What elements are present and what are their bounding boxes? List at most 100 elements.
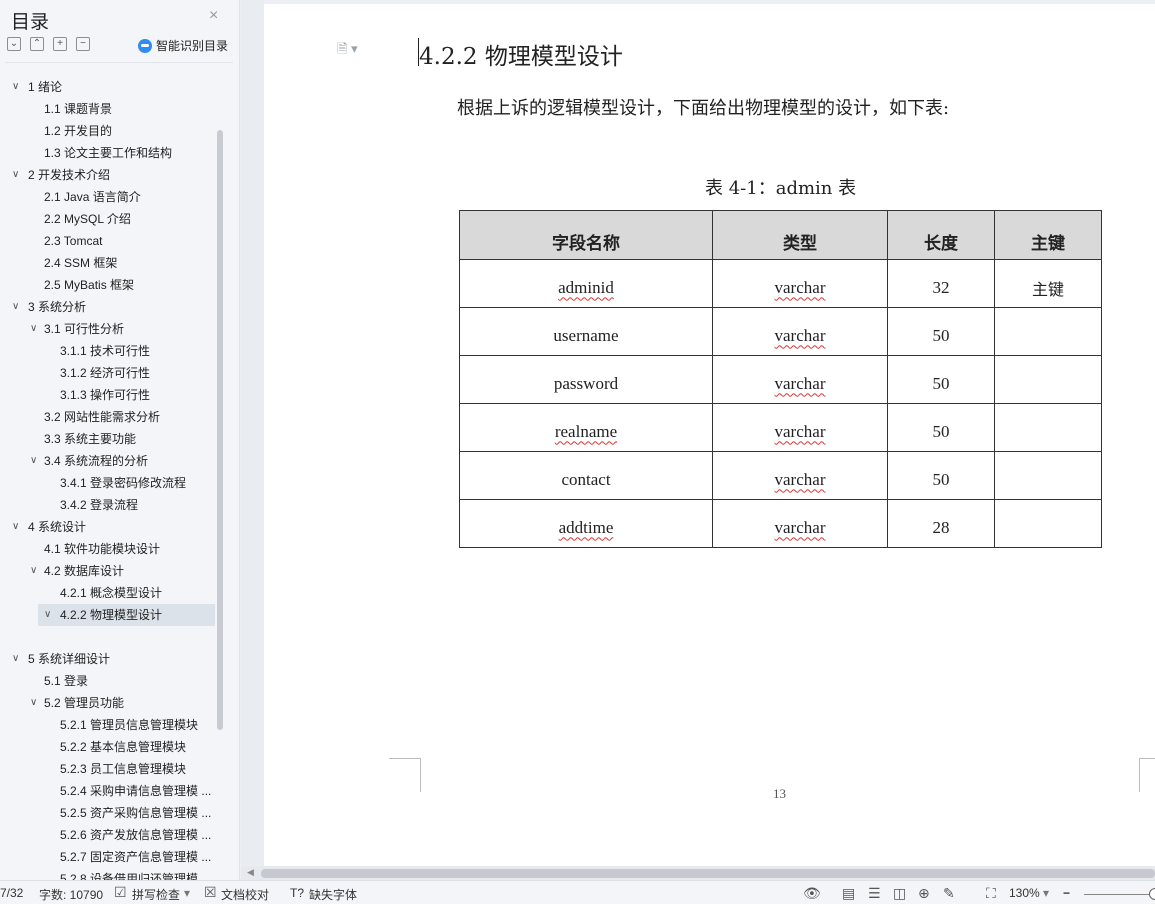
toc-item[interactable]: 5.2.3 员工信息管理模块 [0, 758, 215, 780]
toc-item[interactable]: 4.2.1 概念模型设计 [0, 582, 215, 604]
toc-item[interactable]: 2.2 MySQL 介绍 [0, 208, 215, 230]
document-area: 🗎 ▾ 4.2.2 物理模型设计 根据上诉的逻辑模型设计，下面给出物理模型的设计… [241, 0, 1155, 866]
fit-page-icon[interactable]: ⛶ [986, 885, 996, 902]
toc-item[interactable]: ∨ 1 绪论 [0, 76, 215, 98]
toc-item[interactable]: 3.4.2 登录流程 [0, 494, 215, 516]
toc-item-label: 5.2 管理员功能 [44, 696, 125, 710]
toc-item[interactable]: 4.1 软件功能模块设计 [0, 538, 215, 560]
chevron-down-icon[interactable]: ∨ [30, 318, 37, 340]
horizontal-scrollbar[interactable]: ◀ [241, 866, 1155, 880]
toc-item[interactable]: 3.3 系统主要功能 [0, 428, 215, 450]
toc-item-label: 5 系统详细设计 [28, 652, 111, 666]
pen-icon[interactable]: ✎ [943, 885, 955, 902]
toc-item[interactable]: 5.2.2 基本信息管理模块 [0, 736, 215, 758]
zoom-out-icon[interactable]: − [1063, 886, 1070, 900]
toc-item[interactable]: 5.1 登录 [0, 670, 215, 692]
toc-item[interactable]: 2.1 Java 语言简介 [0, 186, 215, 208]
chevron-down-icon[interactable]: ▾ [184, 886, 190, 900]
toc-item[interactable]: ∨ 4.2 数据库设计 [0, 560, 215, 582]
toc-item[interactable]: ∨ 5.2 管理员功能 [0, 692, 215, 714]
toc-scrollbar[interactable] [217, 130, 223, 730]
toc-item[interactable]: 3.1.3 操作可行性 [0, 384, 215, 406]
section-heading: 4.2.2 物理模型设计 [419, 44, 623, 70]
toc-item[interactable]: ∨ 3 系统分析 [0, 296, 215, 318]
toc-item[interactable]: 1.2 开发目的 [0, 120, 215, 142]
toc-item-label: 2.5 MyBatis 框架 [44, 278, 135, 292]
toc-item-label: 1 绪论 [28, 80, 63, 94]
zoom-level[interactable]: 130% [1009, 886, 1040, 900]
body-paragraph: 根据上诉的逻辑模型设计，下面给出物理模型的设计，如下表: [457, 98, 950, 119]
table-row: addtime varchar 28 [459, 499, 1102, 548]
chevron-down-icon[interactable]: ∨ [12, 516, 19, 538]
collapse-all-icon[interactable]: ⌃ [30, 37, 44, 51]
scroll-left-icon[interactable]: ◀ [247, 867, 254, 878]
document-page[interactable]: 🗎 ▾ 4.2.2 物理模型设计 根据上诉的逻辑模型设计，下面给出物理模型的设计… [264, 4, 1155, 866]
expand-all-icon[interactable]: ⌄ [7, 37, 21, 51]
missing-font-button[interactable]: 缺失字体 [309, 886, 357, 903]
toc-item[interactable]: ∨ 2 开发技术介绍 [0, 164, 215, 186]
eye-icon[interactable]: 👁 [803, 885, 821, 902]
toc-item[interactable]: 3.4.1 登录密码修改流程 [0, 472, 215, 494]
toc-item[interactable]: 2.3 Tomcat [0, 230, 215, 252]
chevron-down-icon[interactable]: ∨ [12, 164, 19, 186]
table-cell: adminid [459, 259, 713, 308]
toc-item[interactable]: 1.1 课题背景 [0, 98, 215, 120]
table-cell: realname [459, 403, 713, 452]
smart-toc-button[interactable]: 智能识别目录 [138, 37, 228, 54]
toc-item[interactable]: ∨ 3.4 系统流程的分析 [0, 450, 215, 472]
zoom-slider-knob[interactable] [1149, 888, 1155, 900]
promote-level-icon[interactable]: + [53, 37, 67, 51]
toc-item[interactable]: 3.1.1 技术可行性 [0, 340, 215, 362]
outline-view-icon[interactable]: ☰ [868, 885, 881, 902]
paragraph-menu-icon[interactable]: 🗎 ▾ [337, 40, 358, 62]
toc-item-label: 4.2.1 概念模型设计 [60, 586, 163, 600]
toc-item[interactable] [0, 626, 215, 648]
chevron-down-icon[interactable]: ▾ [1043, 886, 1049, 900]
admin-table: 字段名称 类型 长度 主键 adminid varchar 32 主键 username… [459, 210, 1102, 548]
toc-item[interactable]: 5.2.7 固定资产信息管理模 ... [0, 846, 215, 868]
chevron-down-icon[interactable]: ∨ [12, 296, 19, 318]
toc-item[interactable]: ∨ 4 系统设计 [0, 516, 215, 538]
toc-item-label: 3.4.2 登录流程 [60, 498, 139, 512]
toc-item[interactable]: 5.2.8 设备借用归还管理模 ... [0, 868, 215, 880]
cell-text: 50 [932, 421, 950, 441]
toc-item[interactable]: 2.5 MyBatis 框架 [0, 274, 215, 296]
zoom-slider[interactable] [1084, 894, 1152, 895]
cell-text: 28 [932, 517, 950, 537]
chevron-down-icon[interactable]: ∨ [30, 692, 37, 714]
toc-item[interactable]: 2.4 SSM 框架 [0, 252, 215, 274]
toc-item[interactable]: 3.1.2 经济可行性 [0, 362, 215, 384]
toc-item[interactable]: 5.2.4 采购申请信息管理模 ... [0, 780, 215, 802]
table-cell: password [459, 355, 713, 404]
toc-item-label: 5.2.2 基本信息管理模块 [60, 740, 187, 754]
demote-level-icon[interactable]: − [76, 37, 90, 51]
web-layout-icon[interactable]: ⊕ [918, 885, 930, 902]
toc-item[interactable]: 1.3 论文主要工作和结构 [0, 142, 215, 164]
close-icon[interactable]: × [209, 7, 218, 25]
toc-item[interactable]: 5.2.5 资产采购信息管理模 ... [0, 802, 215, 824]
reading-mode-icon[interactable]: ◫ [893, 885, 906, 902]
table-cell: username [459, 307, 713, 356]
chevron-down-icon[interactable]: ∨ [12, 648, 19, 670]
cell-text: adminid [558, 277, 614, 297]
page-gutter [241, 0, 264, 866]
word-count[interactable]: 字数: 10790 [39, 886, 103, 903]
spell-check-button[interactable]: 拼写检查 [132, 886, 180, 903]
toc-item[interactable]: 5.2.1 管理员信息管理模块 [0, 714, 215, 736]
toc-item-label: 5.1 登录 [44, 674, 89, 688]
chevron-down-icon[interactable]: ∨ [30, 450, 37, 472]
scroll-thumb[interactable] [261, 869, 1155, 878]
toc-item-label: 5.2.5 资产采购信息管理模 ... [60, 806, 212, 820]
page-view-icon[interactable]: ▤ [842, 885, 855, 902]
page-indicator[interactable]: 7/32 [0, 886, 23, 900]
chevron-down-icon[interactable]: ∨ [44, 604, 51, 626]
table-header-cell: 字段名称 [459, 210, 713, 260]
toc-item[interactable]: ∨ 4.2.2 物理模型设计 [38, 604, 215, 626]
chevron-down-icon[interactable]: ∨ [30, 560, 37, 582]
chevron-down-icon[interactable]: ∨ [12, 76, 19, 98]
doc-proof-button[interactable]: 文档校对 [221, 886, 269, 903]
toc-item[interactable]: ∨ 5 系统详细设计 [0, 648, 215, 670]
toc-item[interactable]: 5.2.6 资产发放信息管理模 ... [0, 824, 215, 846]
toc-item[interactable]: 3.2 网站性能需求分析 [0, 406, 215, 428]
toc-item[interactable]: ∨ 3.1 可行性分析 [0, 318, 215, 340]
